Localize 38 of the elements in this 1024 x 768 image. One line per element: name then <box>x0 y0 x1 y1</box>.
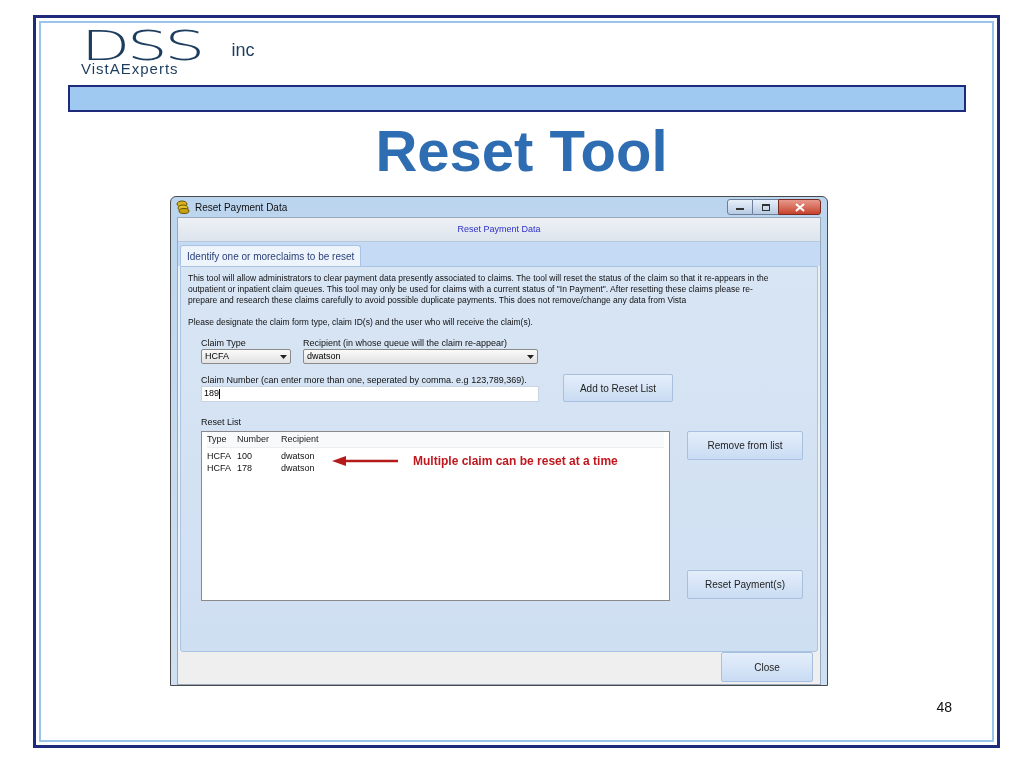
claim-type-dropdown[interactable]: HCFA <box>201 349 291 364</box>
window-title: Reset Payment Data <box>195 200 288 215</box>
table-cell-text: 100 <box>237 450 254 464</box>
description-text: This tool will allow administrators to clear payment data presently associated to claims. The tool will reset the status of the claim so that it re-appears in the outpatient or inpatient claim queues. This tool may only be used for claims with a current status of "In Payment". After resetting these claims please re-prepare and research these claims carefully to avoid possible duplicate payments. This does not remove/change any data from Vista <box>188 273 770 306</box>
logo-wordmark: DSS <box>81 31 202 61</box>
column-header: Recipient <box>281 432 320 446</box>
recipient-dropdown[interactable]: dwatson <box>303 349 538 364</box>
table-cell-text: dwatson <box>281 462 316 476</box>
claim-number-field[interactable]: 189 <box>201 386 539 402</box>
panel-header: Reset Payment Data <box>178 218 820 242</box>
reset-list-label: Reset List <box>201 416 243 428</box>
close-button[interactable]: Close <box>721 652 813 682</box>
dropdown-caret-icon <box>280 354 287 359</box>
table-cell-text: HCFA <box>207 450 232 464</box>
recipient-label: Recipient (in whose queue will the claim re-appear) <box>303 337 509 349</box>
table-cell-text: 178 <box>237 462 254 476</box>
logo-suffix: inc <box>231 41 255 59</box>
slide-title: Reset Tool <box>374 118 669 184</box>
instruction-text: Please designate the claim form type, claim ID(s) and the user who will receive the claim(s). <box>188 317 534 328</box>
table-cell-text: HCFA <box>207 462 232 476</box>
logo-tagline: VistAExperts <box>81 61 179 76</box>
table-cell-text: dwatson <box>281 450 316 464</box>
page-number: 48 <box>936 698 952 717</box>
column-header: Number <box>237 432 270 446</box>
claim-number-label: Claim Number (can enter more than one, seperated by comma. e.g 123,789,369). <box>201 374 528 386</box>
dropdown-caret-icon <box>527 354 534 359</box>
arrow-icon <box>332 456 398 466</box>
maximize-button[interactable] <box>753 199 778 215</box>
reset-payments-button[interactable]: Reset Payment(s) <box>687 570 803 599</box>
remove-from-list-button[interactable]: Remove from list <box>687 431 803 460</box>
claim-type-label: Claim Type <box>201 337 247 349</box>
column-header: Type <box>207 432 228 446</box>
add-to-reset-list-button[interactable]: Add to Reset List <box>563 374 673 402</box>
annotation-text: Multiple claim can be reset at a time <box>413 453 618 470</box>
tab[interactable]: Identify one or moreclaims to be reset <box>180 245 362 266</box>
minimize-button[interactable] <box>727 199 753 215</box>
close-icon[interactable] <box>778 199 821 215</box>
coins-icon <box>176 200 190 214</box>
